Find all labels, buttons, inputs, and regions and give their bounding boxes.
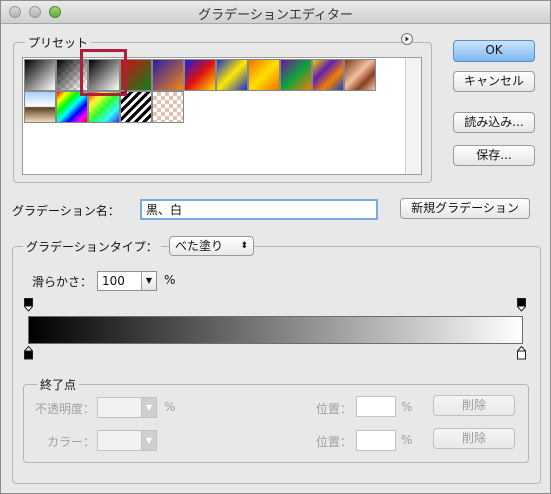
preset-swatch-transparent-checker[interactable] (152, 91, 184, 123)
gradient-type-select[interactable]: べた塗り ⬍ (169, 236, 254, 256)
smoothness-dropdown-icon[interactable]: ▼ (141, 272, 156, 290)
color-location-input[interactable] (356, 430, 396, 451)
load-button[interactable]: 読み込み... (453, 112, 535, 133)
color-stop-left[interactable] (24, 345, 33, 360)
color-location-label: 位置： (316, 435, 353, 449)
opacity-label: 不透明度： (35, 402, 96, 416)
window-title: グラデーションエディター (198, 8, 353, 23)
cancel-button[interactable]: キャンセル (453, 71, 535, 92)
opacity-location-unit: % (401, 400, 413, 414)
opacity-unit: % (164, 400, 176, 414)
color-delete-button[interactable]: 削除 (433, 428, 515, 449)
color-label: カラー： (47, 435, 96, 449)
opacity-location-input[interactable] (356, 396, 396, 417)
color-dropdown-icon[interactable]: ▼ (141, 431, 156, 450)
opacity-delete-button[interactable]: 削除 (433, 395, 515, 416)
preset-swatch-blue-yellow-blue[interactable] (216, 59, 248, 91)
gradient-name-input[interactable]: 黒、白 (140, 199, 378, 220)
preset-swatch-chrome[interactable] (24, 91, 56, 123)
color-location-unit: % (401, 433, 413, 447)
title-bar: グラデーションエディター (1, 1, 550, 24)
opacity-stop-right[interactable] (517, 298, 526, 312)
preset-swatch-violet-orange[interactable] (152, 59, 184, 91)
opacity-location-label: 位置： (316, 402, 353, 416)
preset-swatch-orange-yellow-orange[interactable] (248, 59, 280, 91)
smoothness-label: 滑らかさ： (32, 275, 93, 289)
color-swatch-input[interactable]: ▼ (97, 430, 157, 451)
gradient-type-label: グラデーションタイプ： (23, 238, 161, 255)
new-gradient-button[interactable]: 新規グラデーション (400, 198, 530, 219)
smoothness-value: 100 (102, 274, 125, 288)
preset-swatch-copper[interactable] (344, 59, 376, 91)
gradient-editor-window: グラデーションエディター プリセット OK キャンセル 読み込み... 保存..… (0, 0, 551, 494)
preset-scrollbar[interactable] (405, 58, 421, 174)
save-button[interactable]: 保存... (453, 145, 535, 166)
opacity-input[interactable]: ▼ (97, 397, 157, 418)
triangle-right-circle-icon[interactable] (401, 33, 413, 45)
smoothness-input[interactable]: 100 ▼ (97, 271, 157, 291)
preset-swatch-violet-green-orange[interactable] (280, 59, 312, 91)
updown-arrows-icon: ⬍ (240, 241, 248, 251)
preset-swatch-foreground-to-background[interactable] (24, 59, 56, 91)
preset-swatch-yellow-violet-orange-blue[interactable] (312, 59, 344, 91)
opacity-stop-left[interactable] (24, 298, 33, 312)
preset-swatch-blue-red-yellow[interactable] (184, 59, 216, 91)
selected-preset-highlight (80, 49, 127, 96)
opacity-dropdown-icon[interactable]: ▼ (141, 398, 156, 417)
gradient-name-label: グラデーション名： (12, 204, 120, 218)
gradient-type-value: べた塗り (175, 239, 224, 253)
ok-button[interactable]: OK (453, 40, 535, 62)
gradient-preview-bar[interactable] (28, 316, 523, 344)
smoothness-unit: % (164, 273, 176, 287)
stops-section-label: 終了点 (37, 376, 80, 393)
color-stop-right[interactable] (517, 345, 526, 360)
